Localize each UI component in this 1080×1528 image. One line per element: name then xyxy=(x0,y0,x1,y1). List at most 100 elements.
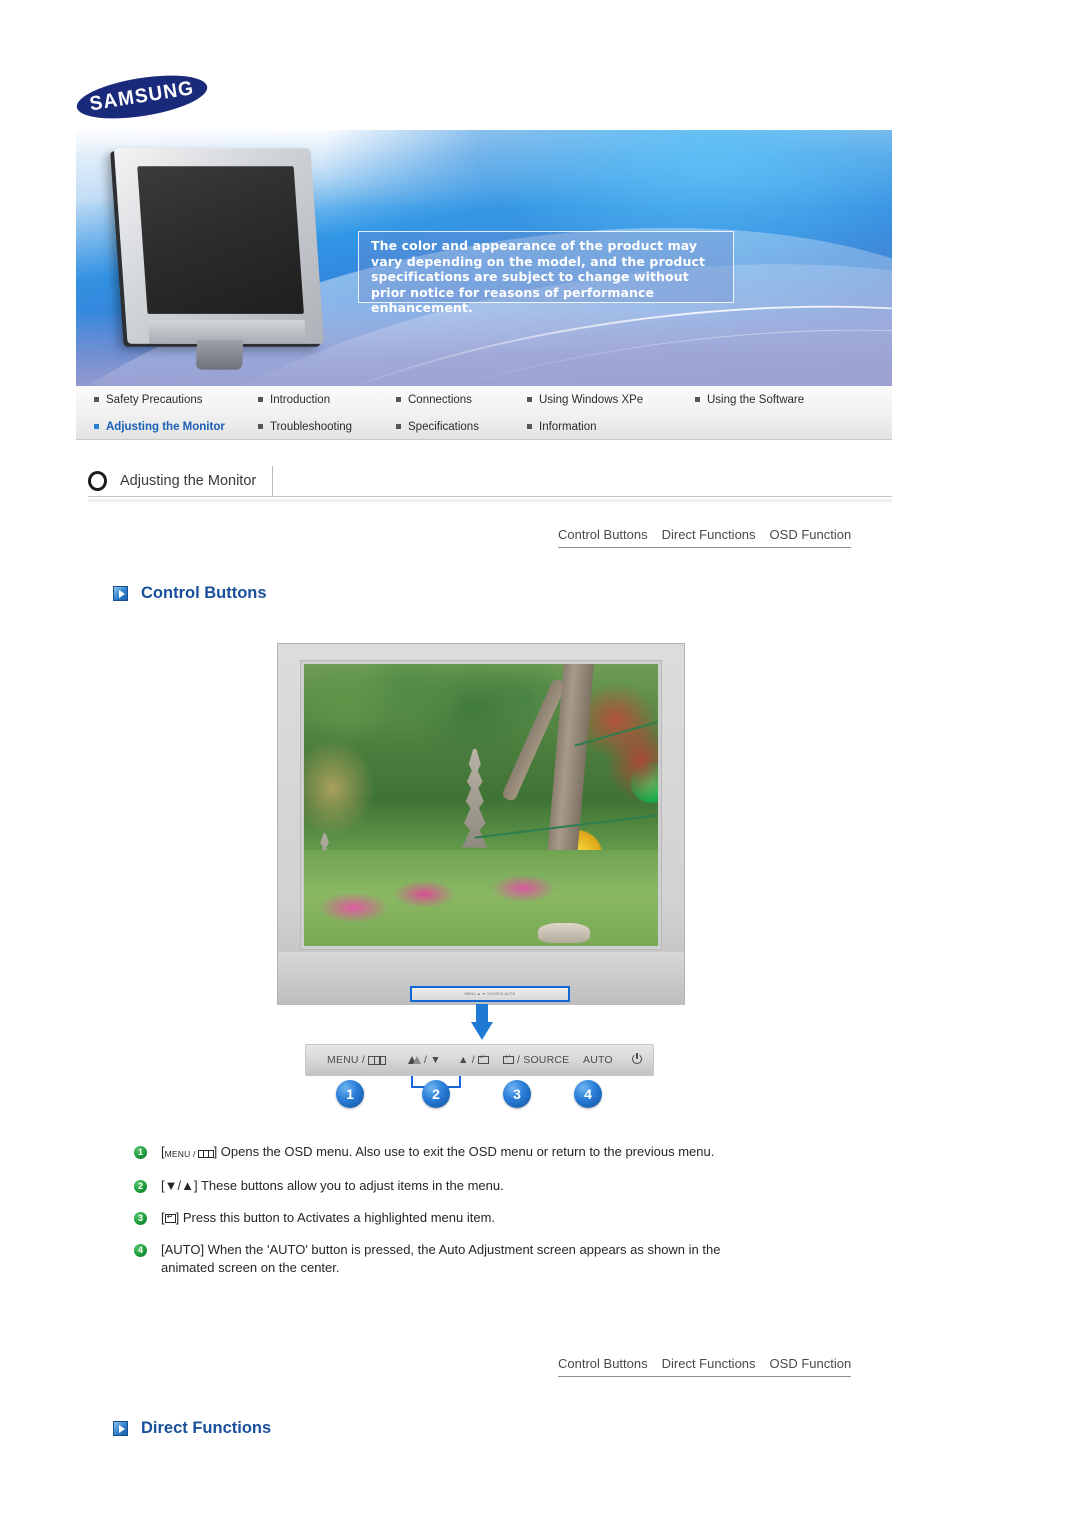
button-label-auto[interactable]: AUTO xyxy=(583,1054,613,1066)
button-label-source[interactable]: / SOURCE xyxy=(503,1054,569,1066)
hero-banner: The color and appearance of the product … xyxy=(76,130,892,386)
number-badge-3: 3 xyxy=(134,1212,147,1225)
description-item-2: 2 [▼/▲] These buttons allow you to adjus… xyxy=(134,1177,774,1195)
nav-label: Information xyxy=(539,420,597,433)
nav-item-adjusting-the-monitor[interactable]: Adjusting the Monitor xyxy=(94,421,225,433)
monitor-photo-panel xyxy=(277,643,685,1005)
badge-2: 2 xyxy=(422,1080,450,1108)
logo-ellipse: SAMSUNG xyxy=(73,67,211,127)
heading-label: Control Buttons xyxy=(141,584,267,602)
heading-direct-functions: Direct Functions xyxy=(113,1419,271,1438)
tab-link-osd-function-bottom[interactable]: OSD Function xyxy=(770,1356,852,1371)
bullet-icon xyxy=(396,424,401,429)
nav-item-troubleshooting[interactable]: Troubleshooting xyxy=(258,421,352,433)
nav-item-specifications[interactable]: Specifications xyxy=(396,421,479,433)
nav-label: Adjusting the Monitor xyxy=(106,420,225,433)
ring-icon xyxy=(88,471,107,491)
source-text: / SOURCE xyxy=(517,1054,570,1066)
bullet-icon xyxy=(396,397,401,402)
monitor-screen xyxy=(137,166,304,314)
description-text-4: [AUTO] When the 'AUTO' button is pressed… xyxy=(161,1242,721,1275)
nav-item-introduction[interactable]: Introduction xyxy=(258,394,330,406)
tab-link-osd-function[interactable]: OSD Function xyxy=(770,527,852,542)
bullet-icon xyxy=(258,424,263,429)
description-text-3: [] Press this button to Activates a high… xyxy=(161,1209,495,1227)
monitor-screen-frame xyxy=(300,660,662,950)
description-item-3: 3 [] Press this button to Activates a hi… xyxy=(134,1209,774,1227)
nav-row-1: Safety Precautions Introduction Connecti… xyxy=(76,386,892,413)
enter-icon xyxy=(503,1054,514,1064)
samsung-logo: SAMSUNG xyxy=(73,67,211,127)
button-label-power[interactable] xyxy=(632,1052,642,1064)
badge-1: 1 xyxy=(336,1080,364,1108)
description-body-3: ] Press this button to Activates a highl… xyxy=(175,1210,496,1225)
control-button-descriptions: 1 [MENU /] Opens the OSD menu. Also use … xyxy=(134,1143,774,1291)
brightness-icon xyxy=(408,1055,421,1065)
arrow-right-icon xyxy=(113,1421,128,1436)
enter-icon xyxy=(477,1054,489,1064)
tab-link-control-buttons-bottom[interactable]: Control Buttons xyxy=(558,1356,648,1371)
down-text: / ▼ xyxy=(424,1054,441,1066)
page-title: Adjusting the Monitor xyxy=(88,466,274,496)
number-badge-2: 2 xyxy=(134,1180,147,1193)
auto-text: AUTO xyxy=(583,1054,613,1066)
number-badge-4: 4 xyxy=(134,1244,147,1257)
enter-icon xyxy=(164,1212,176,1223)
nav-label: Connections xyxy=(408,393,472,406)
arrow-shaft xyxy=(476,1004,488,1024)
power-icon xyxy=(632,1052,642,1064)
nav-label: Using the Software xyxy=(707,393,805,406)
garden-rock xyxy=(537,923,590,944)
button-label-up[interactable]: ▲ / xyxy=(458,1054,489,1066)
bullet-icon xyxy=(527,397,532,402)
bullet-icon xyxy=(527,424,532,429)
section-tab-links-bottom: Control Buttons Direct Functions OSD Fun… xyxy=(558,1356,852,1377)
nav-item-using-the-software[interactable]: Using the Software xyxy=(695,394,804,406)
osd-strip-label: MENU ▲ ▼ SOURCE AUTO xyxy=(464,992,516,996)
garden-photo xyxy=(304,664,658,946)
button-label-down[interactable]: / ▼ xyxy=(408,1054,441,1066)
control-button-bar: MENU / / ▼ ▲ / / SOURCE AUTO xyxy=(305,1044,654,1076)
osd-button-strip-highlight: MENU ▲ ▼ SOURCE AUTO xyxy=(410,986,570,1002)
arrow-right-icon xyxy=(113,586,128,601)
menu-icon-text: MENU / xyxy=(164,1149,196,1159)
menu-bars-icon xyxy=(197,1150,214,1158)
nav-item-connections[interactable]: Connections xyxy=(396,394,472,406)
nav-label: Troubleshooting xyxy=(270,420,353,433)
main-navigation: Safety Precautions Introduction Connecti… xyxy=(76,386,892,440)
nav-item-using-windows-xpe[interactable]: Using Windows XPe xyxy=(527,394,643,406)
tab-link-direct-functions[interactable]: Direct Functions xyxy=(662,527,756,542)
tab-link-control-buttons[interactable]: Control Buttons xyxy=(558,527,648,542)
monitor-stand xyxy=(196,339,244,370)
badge-3: 3 xyxy=(503,1080,531,1108)
monitor-body xyxy=(113,148,325,344)
nav-item-safety-precautions[interactable]: Safety Precautions xyxy=(94,394,203,406)
bullet-icon xyxy=(94,397,99,402)
button-label-menu[interactable]: MENU / xyxy=(327,1054,386,1066)
heading-label: Direct Functions xyxy=(141,1419,272,1437)
bullet-icon xyxy=(695,397,700,402)
description-text-2: [▼/▲] These buttons allow you to adjust … xyxy=(161,1178,504,1193)
nav-label: Safety Precautions xyxy=(106,393,203,406)
description-text-1: [MENU /] Opens the OSD menu. Also use to… xyxy=(161,1143,714,1163)
title-divider xyxy=(88,496,892,497)
menu-text: MENU / xyxy=(327,1054,365,1066)
section-tab-links-top: Control Buttons Direct Functions OSD Fun… xyxy=(558,527,852,548)
down-arrow-icon xyxy=(471,1004,493,1040)
nav-label: Specifications xyxy=(408,420,479,433)
description-item-4: 4 [AUTO] When the 'AUTO' button is press… xyxy=(134,1241,774,1277)
heading-control-buttons: Control Buttons xyxy=(113,584,267,603)
description-body-1: ] Opens the OSD menu. Also use to exit t… xyxy=(213,1144,715,1159)
nav-label: Using Windows XPe xyxy=(539,393,644,406)
hero-notice-text: The color and appearance of the product … xyxy=(371,238,706,315)
arrow-head xyxy=(471,1022,493,1040)
page-title-label: Adjusting the Monitor xyxy=(120,473,257,489)
hero-notice-box: The color and appearance of the product … xyxy=(358,231,734,315)
badge-4: 4 xyxy=(574,1080,602,1108)
logo-text: SAMSUNG xyxy=(88,77,196,116)
nav-label: Introduction xyxy=(270,393,331,406)
tab-link-direct-functions-bottom[interactable]: Direct Functions xyxy=(662,1356,756,1371)
description-item-1: 1 [MENU /] Opens the OSD menu. Also use … xyxy=(134,1143,774,1163)
title-divider-shadow xyxy=(88,499,892,502)
nav-item-information[interactable]: Information xyxy=(527,421,597,433)
